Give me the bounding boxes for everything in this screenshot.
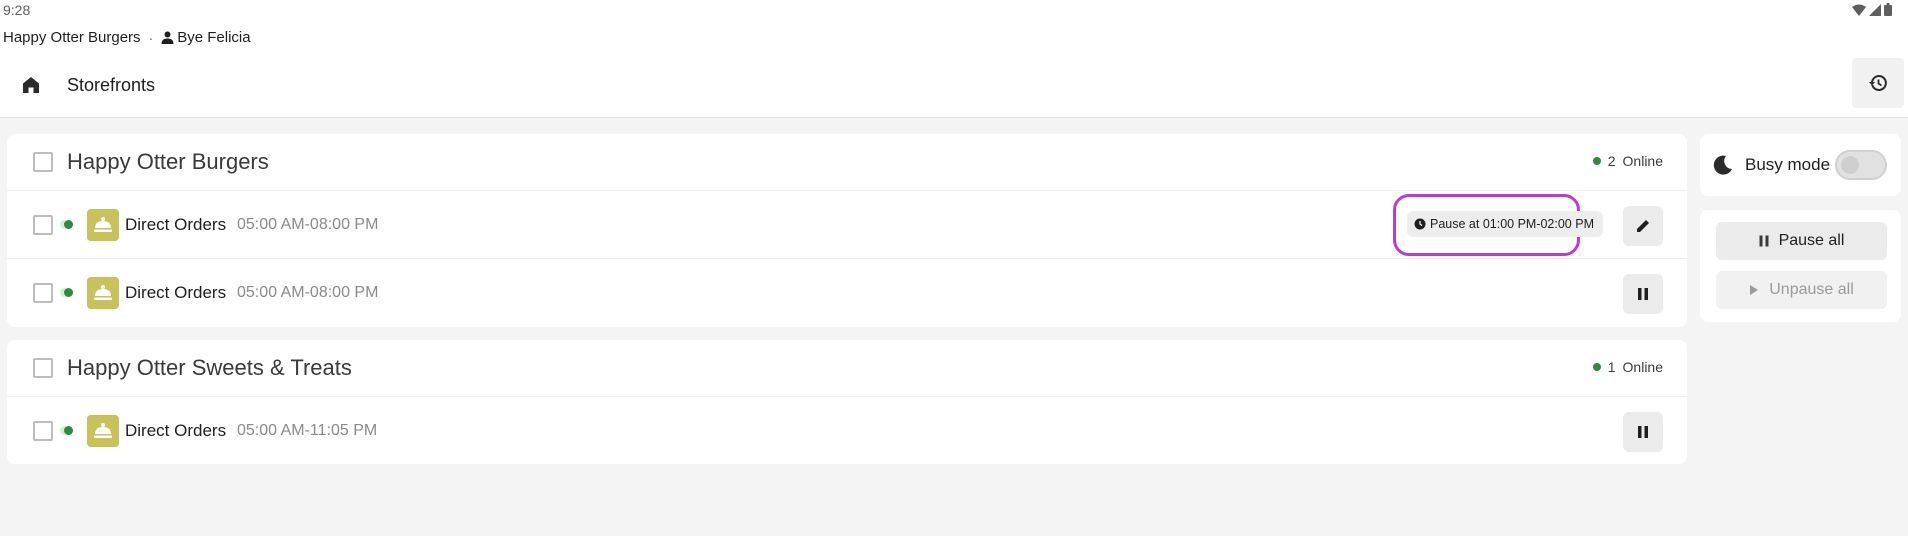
bulk-actions-card: Pause all Unpause all xyxy=(1700,210,1901,322)
unpause-all-button[interactable]: Unpause all xyxy=(1716,271,1887,309)
status-time: 9:28 xyxy=(3,2,31,18)
scheduled-pause-label: Pause at 01:00 PM-02:00 PM xyxy=(1430,217,1594,231)
group-title: Happy Otter Sweets & Treats xyxy=(67,355,352,380)
storefront-group-card: Happy Otter Burgers 2 Online Direct Orde… xyxy=(7,134,1687,327)
pause-all-button[interactable]: Pause all xyxy=(1716,222,1887,260)
scheduled-pause-chip[interactable]: Pause at 01:00 PM-02:00 PM xyxy=(1407,211,1603,237)
store-icon xyxy=(87,277,119,309)
group-checkbox[interactable] xyxy=(33,358,53,378)
clock-pause-icon xyxy=(1414,218,1426,230)
storefront-row: Direct Orders 05:00 AM-08:00 PM Pause at… xyxy=(7,191,1687,259)
status-dot xyxy=(64,426,73,435)
history-button[interactable] xyxy=(1852,58,1904,108)
store-name: Direct Orders xyxy=(125,283,227,302)
battery-icon xyxy=(1884,3,1892,16)
busy-mode-card: Busy mode xyxy=(1700,134,1901,196)
online-label: Online xyxy=(1622,359,1663,375)
pause-icon xyxy=(1638,288,1648,300)
busy-mode-label: Busy mode xyxy=(1745,155,1831,174)
pause-all-label: Pause all xyxy=(1778,232,1845,249)
wifi-icon xyxy=(1852,4,1866,16)
home-icon xyxy=(23,77,39,93)
store-hours: 05:00 AM-11:05 PM xyxy=(237,422,378,439)
history-icon xyxy=(1869,75,1887,91)
online-dot xyxy=(1592,157,1601,165)
store-name: Direct Orders xyxy=(125,215,227,234)
store-icon xyxy=(87,209,119,241)
separator-dot: · xyxy=(148,29,154,46)
moon-icon xyxy=(1713,155,1732,175)
pencil-icon xyxy=(1637,220,1649,232)
cloche-icon xyxy=(94,285,112,300)
play-icon xyxy=(1750,285,1759,295)
row-checkbox[interactable] xyxy=(33,421,53,441)
cloche-icon xyxy=(94,217,112,232)
storefront-row: Direct Orders 05:00 AM-11:05 PM xyxy=(7,397,1687,465)
status-dot xyxy=(64,288,73,297)
online-label: Online xyxy=(1622,153,1663,169)
store-icon xyxy=(87,415,119,447)
store-hours: 05:00 AM-08:00 PM xyxy=(237,284,379,301)
account-bar: Happy Otter Burgers · Bye Felicia xyxy=(0,22,1908,58)
online-count: 2 xyxy=(1607,153,1616,169)
person-icon xyxy=(161,31,174,44)
edit-button[interactable] xyxy=(1623,206,1663,246)
status-bar: 9:28 xyxy=(0,0,1908,22)
storefront-group-card: Happy Otter Sweets & Treats 1 Online Dir… xyxy=(7,340,1687,464)
pause-button[interactable] xyxy=(1623,274,1663,314)
pause-button[interactable] xyxy=(1623,412,1663,452)
page-title: Storefronts xyxy=(67,75,156,95)
status-dot xyxy=(64,220,73,229)
toolbar: Storefronts xyxy=(0,58,1908,118)
user-info: Bye Felicia xyxy=(161,29,251,46)
pause-icon xyxy=(1759,235,1769,247)
online-dot xyxy=(1592,363,1601,371)
user-name: Bye Felicia xyxy=(177,29,251,46)
busy-mode-toggle[interactable] xyxy=(1835,150,1887,180)
signal-icon xyxy=(1869,3,1881,16)
group-header: Happy Otter Sweets & Treats 1 Online xyxy=(7,340,1687,397)
home-button[interactable] xyxy=(18,72,44,98)
cloche-icon xyxy=(94,423,112,438)
storefront-row: Direct Orders 05:00 AM-08:00 PM xyxy=(7,259,1687,327)
business-name: Happy Otter Burgers xyxy=(3,29,141,46)
system-icons xyxy=(1852,3,1892,16)
online-status: 1 Online xyxy=(1592,359,1663,375)
row-checkbox[interactable] xyxy=(33,283,53,303)
toggle-knob xyxy=(1841,156,1859,174)
store-name: Direct Orders xyxy=(125,421,227,440)
online-count: 1 xyxy=(1607,359,1616,375)
group-header: Happy Otter Burgers 2 Online xyxy=(7,134,1687,191)
group-checkbox[interactable] xyxy=(33,152,53,172)
group-title: Happy Otter Burgers xyxy=(67,149,269,174)
online-status: 2 Online xyxy=(1592,153,1663,169)
unpause-all-label: Unpause all xyxy=(1769,281,1854,298)
row-checkbox[interactable] xyxy=(33,215,53,235)
pause-icon xyxy=(1638,426,1648,438)
store-hours: 05:00 AM-08:00 PM xyxy=(237,216,379,233)
